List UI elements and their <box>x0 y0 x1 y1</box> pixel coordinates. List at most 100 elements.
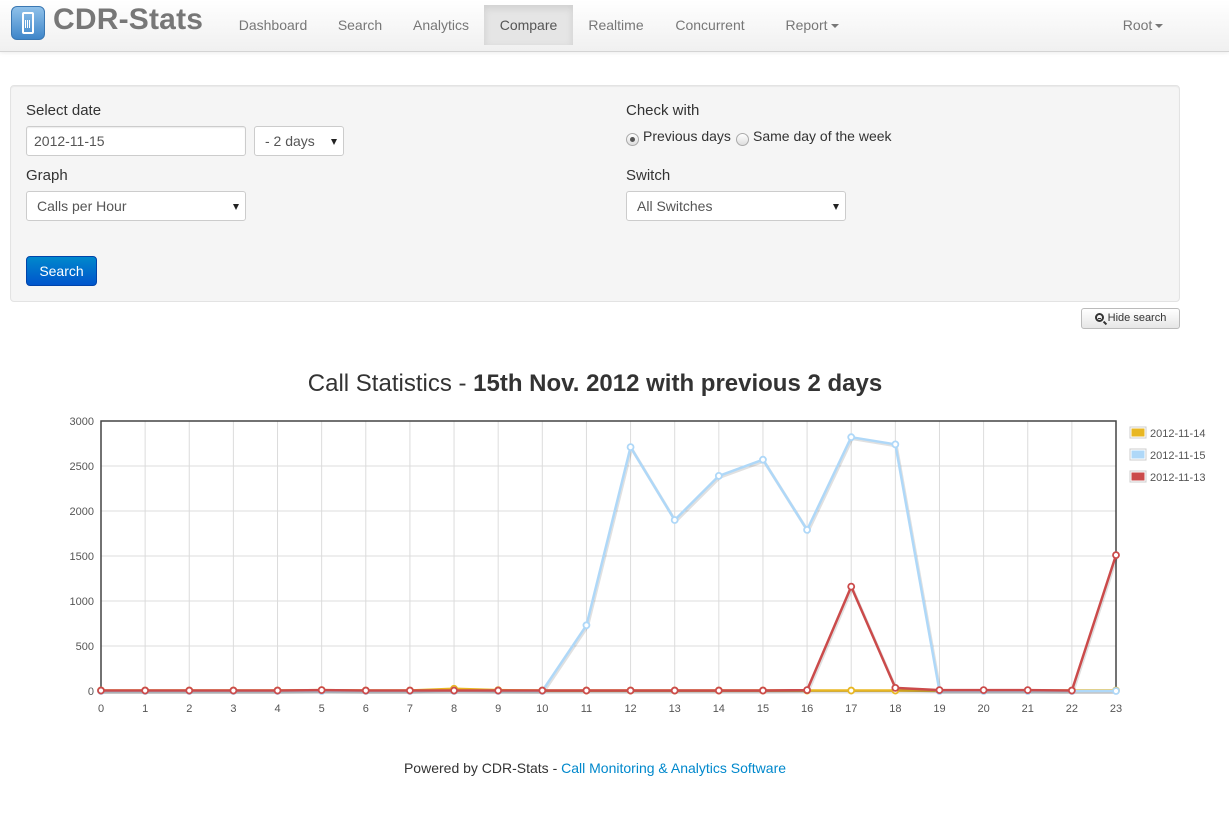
graph-select-value: Calls per Hour <box>37 198 127 214</box>
days-select-value: - 2 days <box>265 133 315 149</box>
x-tick-label: 15 <box>757 703 769 715</box>
data-point <box>273 686 282 695</box>
data-point <box>582 686 591 695</box>
y-tick-label: 2000 <box>70 506 94 518</box>
y-tick-label: 0 <box>88 686 94 698</box>
data-point <box>626 686 635 695</box>
y-tick-label: 2500 <box>70 461 94 473</box>
caret-down-icon <box>1155 24 1164 29</box>
same-day-radio[interactable] <box>736 133 749 146</box>
y-tick-label: 500 <box>76 641 94 653</box>
chart-title-prefix: Call Statistics - <box>307 370 474 397</box>
x-tick-label: 13 <box>669 703 681 715</box>
dropdown-arrow-icon <box>833 204 839 210</box>
footer-link[interactable]: Call Monitoring & Analytics Software <box>561 760 786 776</box>
zoom-out-icon <box>1094 313 1104 322</box>
series-shadow <box>102 556 1119 694</box>
top-navbar: CDR-Stats Dashboard Search Analytics Com… <box>0 0 1229 52</box>
chart-title: Call Statistics - 15th Nov. 2012 with pr… <box>0 370 1190 398</box>
data-point <box>582 621 591 630</box>
series-line <box>101 435 1116 693</box>
nav-dashboard[interactable]: Dashboard <box>224 5 322 45</box>
switch-label: Switch <box>626 167 671 184</box>
search-panel: Select date 2012-11-15 - 2 days Graph Ca… <box>10 85 1180 302</box>
data-point <box>803 526 811 534</box>
check-with-label: Check with <box>626 102 700 119</box>
data-point <box>1023 686 1032 695</box>
x-tick-label: 9 <box>495 703 501 715</box>
legend-label: 2012-11-15 <box>1150 450 1205 462</box>
days-select[interactable]: - 2 days <box>254 126 344 156</box>
x-tick-label: 23 <box>1110 703 1122 715</box>
data-point <box>406 686 414 695</box>
data-point <box>891 683 900 692</box>
data-point <box>847 433 856 442</box>
select-date-label: Select date <box>26 102 102 119</box>
graph-select[interactable]: Calls per Hour <box>26 191 246 221</box>
x-tick-label: 2 <box>186 703 192 715</box>
series-shadow <box>102 437 1117 694</box>
data-point <box>1112 551 1120 560</box>
x-tick-label: 6 <box>363 703 369 715</box>
data-point <box>1067 686 1076 695</box>
date-input[interactable]: 2012-11-15 <box>26 126 246 156</box>
x-tick-label: 18 <box>889 703 901 715</box>
phone-logo-icon[interactable] <box>11 6 45 40</box>
x-tick-label: 7 <box>407 703 413 715</box>
switch-select[interactable]: All Switches <box>626 191 846 221</box>
nav-report-label: Report <box>785 17 828 33</box>
x-tick-label: 17 <box>845 703 857 715</box>
legend-swatch <box>1131 450 1145 459</box>
legend-label: 2012-11-13 <box>1150 472 1205 484</box>
footer: Powered by CDR-Stats - Call Monitoring &… <box>0 760 1190 776</box>
nav-search[interactable]: Search <box>324 5 396 45</box>
y-tick-label: 1000 <box>70 596 94 608</box>
x-tick-label: 10 <box>536 703 548 715</box>
previous-days-label: Previous days <box>643 128 731 144</box>
same-day-label: Same day of the week <box>753 128 892 144</box>
chart-title-bold: 15th Nov. 2012 with previous 2 days <box>473 370 883 397</box>
previous-days-radio[interactable] <box>626 133 639 146</box>
hide-search-label: Hide search <box>1107 312 1167 324</box>
switch-select-value: All Switches <box>637 198 713 214</box>
nav-report-dropdown[interactable]: Report <box>772 5 852 45</box>
data-point <box>229 686 238 695</box>
x-tick-label: 0 <box>98 703 104 715</box>
data-point <box>317 686 326 695</box>
data-point <box>714 472 723 480</box>
data-point <box>626 443 635 451</box>
data-point <box>714 686 723 695</box>
footer-text: Powered by CDR-Stats - <box>403 760 562 776</box>
brand-title[interactable]: CDR-Stats <box>53 3 203 37</box>
data-point <box>361 686 370 695</box>
nav-realtime[interactable]: Realtime <box>576 5 656 45</box>
user-name: Root <box>1122 17 1153 33</box>
data-point <box>538 686 547 695</box>
data-point <box>97 686 105 695</box>
data-point <box>759 686 767 695</box>
nav-analytics[interactable]: Analytics <box>400 5 482 45</box>
data-point <box>670 686 679 695</box>
x-tick-label: 4 <box>274 703 280 715</box>
x-tick-label: 19 <box>933 703 945 715</box>
data-point <box>670 516 679 524</box>
data-point <box>185 686 194 695</box>
x-tick-label: 22 <box>1066 703 1078 715</box>
series-line <box>101 554 1118 692</box>
legend-swatch <box>1131 428 1145 437</box>
y-tick-label: 1500 <box>70 551 94 563</box>
search-button[interactable]: Search <box>26 256 97 286</box>
user-menu-dropdown[interactable]: Root <box>1108 5 1178 45</box>
data-point <box>450 686 458 695</box>
nav-concurrent[interactable]: Concurrent <box>660 5 760 45</box>
nav-compare[interactable]: Compare <box>484 5 573 45</box>
hide-search-button[interactable]: Hide search <box>1081 308 1180 329</box>
dropdown-arrow-icon <box>233 204 239 210</box>
graph-label: Graph <box>26 167 68 184</box>
y-tick-label: 3000 <box>70 416 94 428</box>
legend-swatch <box>1131 472 1145 481</box>
x-tick-label: 20 <box>977 703 989 715</box>
x-tick-label: 5 <box>319 703 325 715</box>
call-statistics-chart: 0 1 2 3 4 5 6 7 8 9 10 11 12 13 14 15 16 17 18 19 20 21 22 2305… <box>70 416 1206 715</box>
x-tick-label: 12 <box>624 703 636 715</box>
